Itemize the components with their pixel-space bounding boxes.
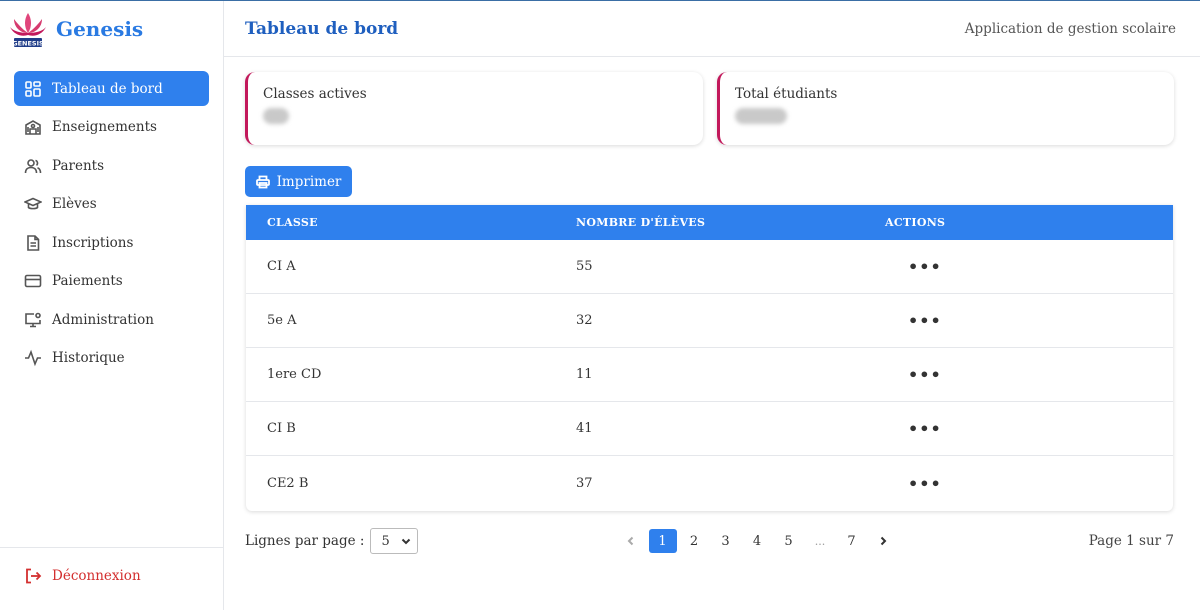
logout-icon — [26, 568, 42, 584]
stat-card-value-redacted — [735, 108, 787, 124]
svg-text:GENESIS: GENESIS — [12, 40, 44, 48]
sidebar-item-enseignements[interactable]: Enseignements — [14, 110, 209, 145]
cell-classe: CI A — [267, 259, 296, 274]
rows-per-page-label: Lignes par page : — [245, 533, 365, 549]
users-icon — [24, 157, 42, 175]
print-button[interactable]: Imprimer — [245, 166, 352, 197]
classes-table: CLASSE NOMBRE D'ÉLÈVES ACTIONS CI A 55 •… — [246, 205, 1173, 511]
page-button-1[interactable]: 1 — [648, 529, 677, 553]
school-building-icon — [24, 118, 42, 136]
document-icon — [24, 234, 42, 252]
print-label: Imprimer — [276, 173, 342, 190]
page-button-2[interactable]: 2 — [680, 529, 708, 553]
brand-name: Genesis — [56, 17, 144, 41]
rows-per-page-value: 5 — [381, 533, 390, 549]
lotus-logo-icon: GENESIS — [10, 13, 46, 48]
row-actions-button[interactable]: ••• — [885, 419, 942, 438]
page-button-5[interactable]: 5 — [775, 529, 803, 553]
sidebar-item-label: Elèves — [52, 196, 97, 212]
table-row[interactable]: CI A 55 ••• — [246, 240, 1173, 294]
cell-classe: 5e A — [267, 313, 297, 328]
chevron-left-icon — [627, 536, 634, 546]
printer-icon — [255, 175, 270, 188]
sidebar-item-paiements[interactable]: Paiements — [14, 264, 209, 299]
sidebar-item-historique[interactable]: Historique — [14, 341, 209, 376]
sidebar-item-inscriptions[interactable]: Inscriptions — [14, 225, 209, 260]
row-actions-button[interactable]: ••• — [885, 311, 942, 330]
table-row[interactable]: CI B 41 ••• — [246, 402, 1173, 456]
table-row[interactable]: 5e A 32 ••• — [246, 294, 1173, 348]
brand[interactable]: GENESIS Genesis — [0, 1, 223, 57]
sidebar-divider — [0, 547, 223, 548]
activity-icon — [24, 349, 42, 367]
sidebar-item-label: Historique — [52, 350, 125, 366]
cell-classe: CI B — [267, 421, 296, 436]
sidebar-item-label: Administration — [52, 311, 154, 328]
page-button-7[interactable]: 7 — [838, 529, 866, 553]
sidebar-item-eleves[interactable]: Elèves — [14, 187, 209, 222]
cell-classe: 1ere CD — [267, 367, 322, 382]
pagination: 1 2 3 4 5 ... 7 — [617, 528, 901, 554]
sidebar-nav: Tableau de bord Enseignements Parents El… — [0, 71, 223, 376]
next-page-button[interactable] — [869, 529, 897, 553]
cell-count: 55 — [576, 259, 593, 274]
prev-page-button[interactable] — [617, 529, 645, 553]
row-actions-button[interactable]: ••• — [885, 257, 942, 276]
monitor-gear-icon — [24, 311, 42, 329]
stat-card-label: Total étudiants — [735, 86, 838, 102]
column-header-nombre-eleves[interactable]: NOMBRE D'ÉLÈVES — [555, 216, 864, 229]
table-header: CLASSE NOMBRE D'ÉLÈVES ACTIONS — [246, 205, 1173, 240]
table-row[interactable]: CE2 B 37 ••• — [246, 456, 1173, 510]
dashboard-grid-icon — [24, 80, 42, 98]
app-subtitle: Application de gestion scolaire — [964, 20, 1176, 37]
rows-per-page: Lignes par page : 5 — [245, 528, 419, 554]
table-row[interactable]: 1ere CD 11 ••• — [246, 348, 1173, 402]
sidebar: GENESIS Genesis Tableau de bord Enseigne… — [0, 1, 224, 610]
graduation-cap-icon — [24, 195, 42, 213]
rows-per-page-select[interactable]: 5 — [370, 528, 419, 554]
row-actions-button[interactable]: ••• — [885, 474, 942, 493]
stat-card-label: Classes actives — [263, 86, 367, 102]
top-header: Tableau de bord Application de gestion s… — [224, 1, 1200, 57]
stat-card-students: Total étudiants — [717, 72, 1174, 145]
table-footer: Lignes par page : 5 1 2 3 4 5 ... 7 Page… — [245, 528, 1174, 554]
stat-card-value-redacted — [263, 108, 289, 124]
cell-count: 32 — [576, 313, 593, 328]
stat-card-classes: Classes actives — [245, 72, 703, 145]
sidebar-item-label: Inscriptions — [52, 234, 134, 251]
sidebar-item-label: Parents — [52, 157, 105, 174]
cell-classe: CE2 B — [267, 475, 309, 491]
page-button-3[interactable]: 3 — [712, 529, 740, 553]
page-title: Tableau de bord — [245, 18, 399, 39]
sidebar-item-label: Tableau de bord — [52, 80, 163, 97]
page-ellipsis: ... — [814, 534, 826, 548]
chevron-down-icon — [402, 538, 411, 545]
sidebar-item-tableau-de-bord[interactable]: Tableau de bord — [14, 71, 209, 106]
row-actions-button[interactable]: ••• — [885, 365, 942, 384]
sidebar-item-label: Paiements — [52, 273, 123, 289]
sidebar-item-administration[interactable]: Administration — [14, 302, 209, 337]
column-header-classe[interactable]: CLASSE — [246, 216, 555, 229]
column-header-actions: ACTIONS — [885, 216, 946, 229]
sidebar-item-label: Enseignements — [52, 119, 157, 135]
logout-label: Déconnexion — [52, 568, 141, 584]
cell-count: 37 — [576, 475, 593, 491]
cell-count: 11 — [576, 367, 593, 382]
page-info: Page 1 sur 7 — [1088, 533, 1174, 549]
credit-card-icon — [24, 272, 42, 290]
logout-button[interactable]: Déconnexion — [24, 567, 141, 585]
cell-count: 41 — [576, 421, 593, 436]
sidebar-item-parents[interactable]: Parents — [14, 148, 209, 183]
page-button-4[interactable]: 4 — [743, 529, 771, 553]
chevron-right-icon — [880, 536, 887, 546]
